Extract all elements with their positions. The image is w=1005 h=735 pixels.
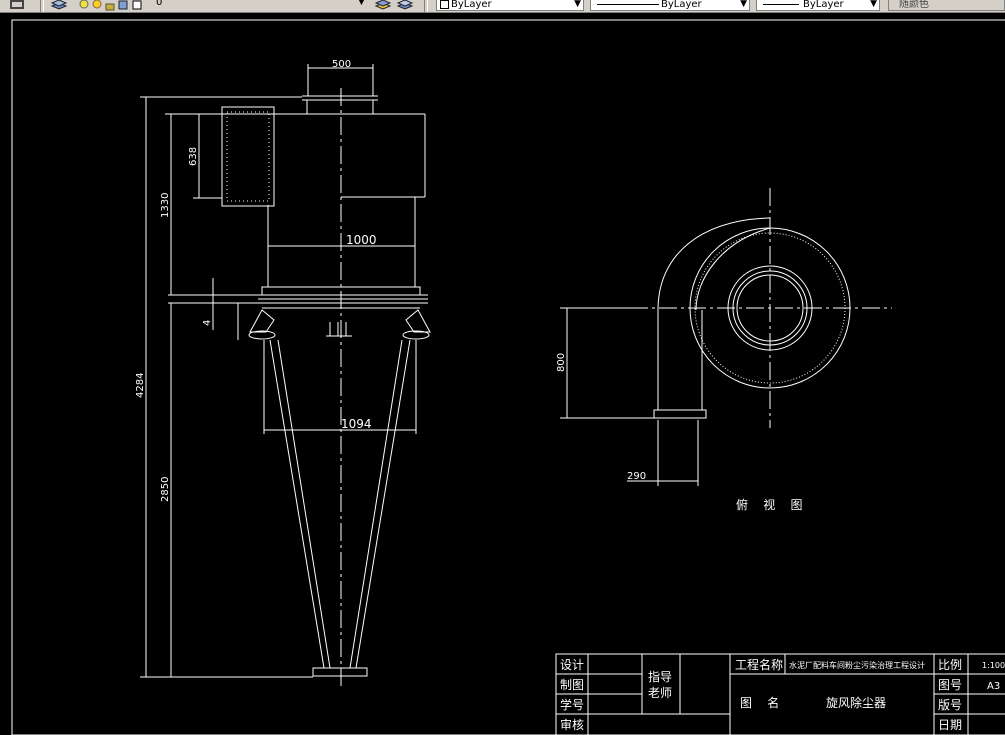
tb-advisor-label: 指导 老师 [648,669,676,700]
cad-drawing: 500 638 1330 1000 4 4284 1094 2850 800 2… [11,19,1005,735]
lock-icon[interactable] [104,0,116,11]
linetype-control-value: ByLayer [661,0,702,10]
tb-drawing-no-value: A3 [987,681,1000,692]
dim-2850: 2850 [160,477,171,502]
cyclone-front-view [168,88,431,690]
tb-project-name-label: 工程名称 [735,657,783,672]
make-object-layer-current-icon[interactable] [374,0,392,11]
toolbar-separator [424,0,428,12]
dim-4: 4 [202,320,213,326]
chevron-down-icon: ▼ [740,0,747,9]
window-icon[interactable] [8,0,26,11]
layer-previous-icon[interactable] [396,0,414,11]
lineweight-control-dropdown[interactable]: ByLayer ▼ [756,0,880,11]
chevron-down-icon: ▼ [574,0,581,9]
layer-current-value[interactable]: 0 [156,0,162,8]
linetype-preview-icon [597,4,659,5]
linetype-control-dropdown[interactable]: ByLayer ▼ [590,0,750,11]
dim-800: 800 [556,353,567,372]
lineweight-control-value: ByLayer [803,0,844,10]
drawing-border [11,19,1005,735]
tb-project-name-value: 水泥厂配料车间粉尘污染治理工程设计 [789,660,925,670]
lightbulb-icon[interactable] [78,0,90,11]
tb-scale-label: 比例 [938,658,962,672]
properties-toolbar: 0 ▼ ByLayer ▼ ByLayer ▼ ByLayer ▼ 随颜色 [0,0,1005,13]
toolbar-separator [40,0,44,12]
chevron-down-icon: ▼ [870,0,877,9]
tb-drawing-no-label: 图号 [938,678,962,692]
color-control-dropdown[interactable]: ByLayer ▼ [436,0,584,11]
top-view-label: 俯 视 图 [736,497,803,512]
plotstyle-control-value: 随颜色 [899,0,929,10]
dimension-lines [140,64,417,678]
tb-drawing-name-value: 旋风除尘器 [826,695,886,710]
sun-icon[interactable] [91,0,103,11]
dim-1000: 1000 [346,233,377,247]
dim-4284: 4284 [135,373,146,398]
tb-student-id-label: 学号 [560,697,584,712]
dim-638: 638 [188,147,199,166]
lineweight-preview-icon [763,4,799,5]
dim-290: 290 [627,471,646,482]
color-swatch-icon [440,0,449,9]
plot-icon[interactable] [117,0,129,11]
dim-1094: 1094 [341,417,372,431]
tb-scale-value: 1:100 [982,661,1005,670]
tb-design-label: 设计 [560,658,584,672]
layer-manager-icon[interactable] [50,0,68,11]
layer-color-swatch-icon[interactable] [131,0,143,11]
layer-dropdown-arrow-icon[interactable]: ▼ [358,0,365,7]
drawing-canvas[interactable]: 500 638 1330 1000 4 4284 1094 2850 800 2… [0,13,1005,735]
tb-review-label: 审核 [560,717,584,732]
tb-drawing-name-label: 图 名 [740,695,779,710]
dim-500: 500 [332,59,351,70]
dim-1330: 1330 [160,193,171,218]
tb-version-label: 版号 [938,698,962,712]
tb-draw-label: 制图 [560,678,584,692]
cyclone-top-view [560,188,892,486]
tb-date-label: 日期 [938,718,962,732]
plotstyle-control-dropdown[interactable]: 随颜色 [888,0,1005,11]
color-control-value: ByLayer [451,0,492,10]
